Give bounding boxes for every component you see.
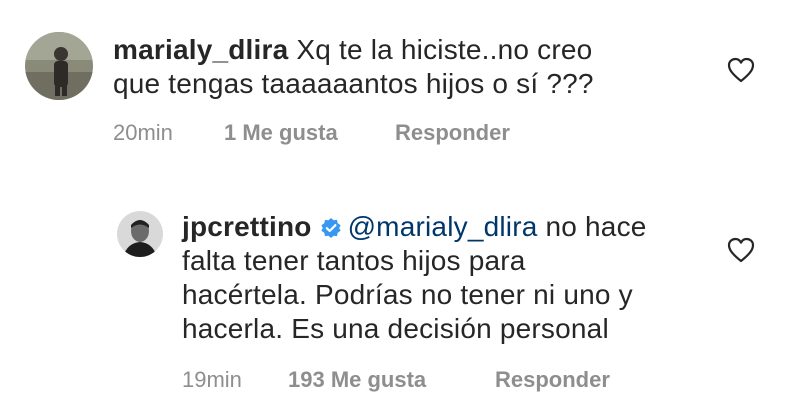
comment-marialy: marialy_dlira Xq te la hiciste..no creo … xyxy=(0,0,800,170)
timestamp: 19min xyxy=(182,367,242,392)
comment-body-line4: hacerla. Es una decisión personal xyxy=(182,313,609,344)
username[interactable]: jpcrettino xyxy=(182,211,312,242)
likes-count[interactable]: 193 Me gusta xyxy=(288,367,426,393)
reply-button[interactable]: Responder xyxy=(395,120,510,146)
comment-meta: 19min 193 Me gusta Responder xyxy=(182,367,682,395)
avatar[interactable] xyxy=(117,211,163,257)
comment-body-line3: hacértela. Podrías no tener ni uno y xyxy=(182,279,633,310)
username[interactable]: marialy_dlira xyxy=(113,34,288,65)
mention-link[interactable]: @marialy_dlira xyxy=(348,211,538,242)
timestamp: 20min xyxy=(113,120,173,145)
comment-body-line2: que tengas taaaaaantos hijos o sí ??? xyxy=(113,68,594,99)
verified-badge-icon xyxy=(320,218,341,238)
comment-text: jpcrettino @marialy_dlira no hace falta … xyxy=(182,210,742,346)
likes-count[interactable]: 1 Me gusta xyxy=(224,120,338,146)
comment-text: marialy_dlira Xq te la hiciste..no creo … xyxy=(113,33,713,101)
reply-button[interactable]: Responder xyxy=(495,367,610,393)
heart-icon[interactable] xyxy=(727,57,755,83)
comment-body-line2: falta tener tantos hijos para xyxy=(182,245,526,276)
comment-jpcrettino: jpcrettino @marialy_dlira no hace falta … xyxy=(0,190,800,413)
comment-body-line1: no hace xyxy=(537,211,647,242)
comment-body-line1: Xq te la hiciste..no creo xyxy=(296,34,593,65)
avatar[interactable] xyxy=(25,32,93,100)
heart-icon[interactable] xyxy=(727,237,755,263)
comment-meta: 20min 1 Me gusta Responder xyxy=(113,120,613,148)
